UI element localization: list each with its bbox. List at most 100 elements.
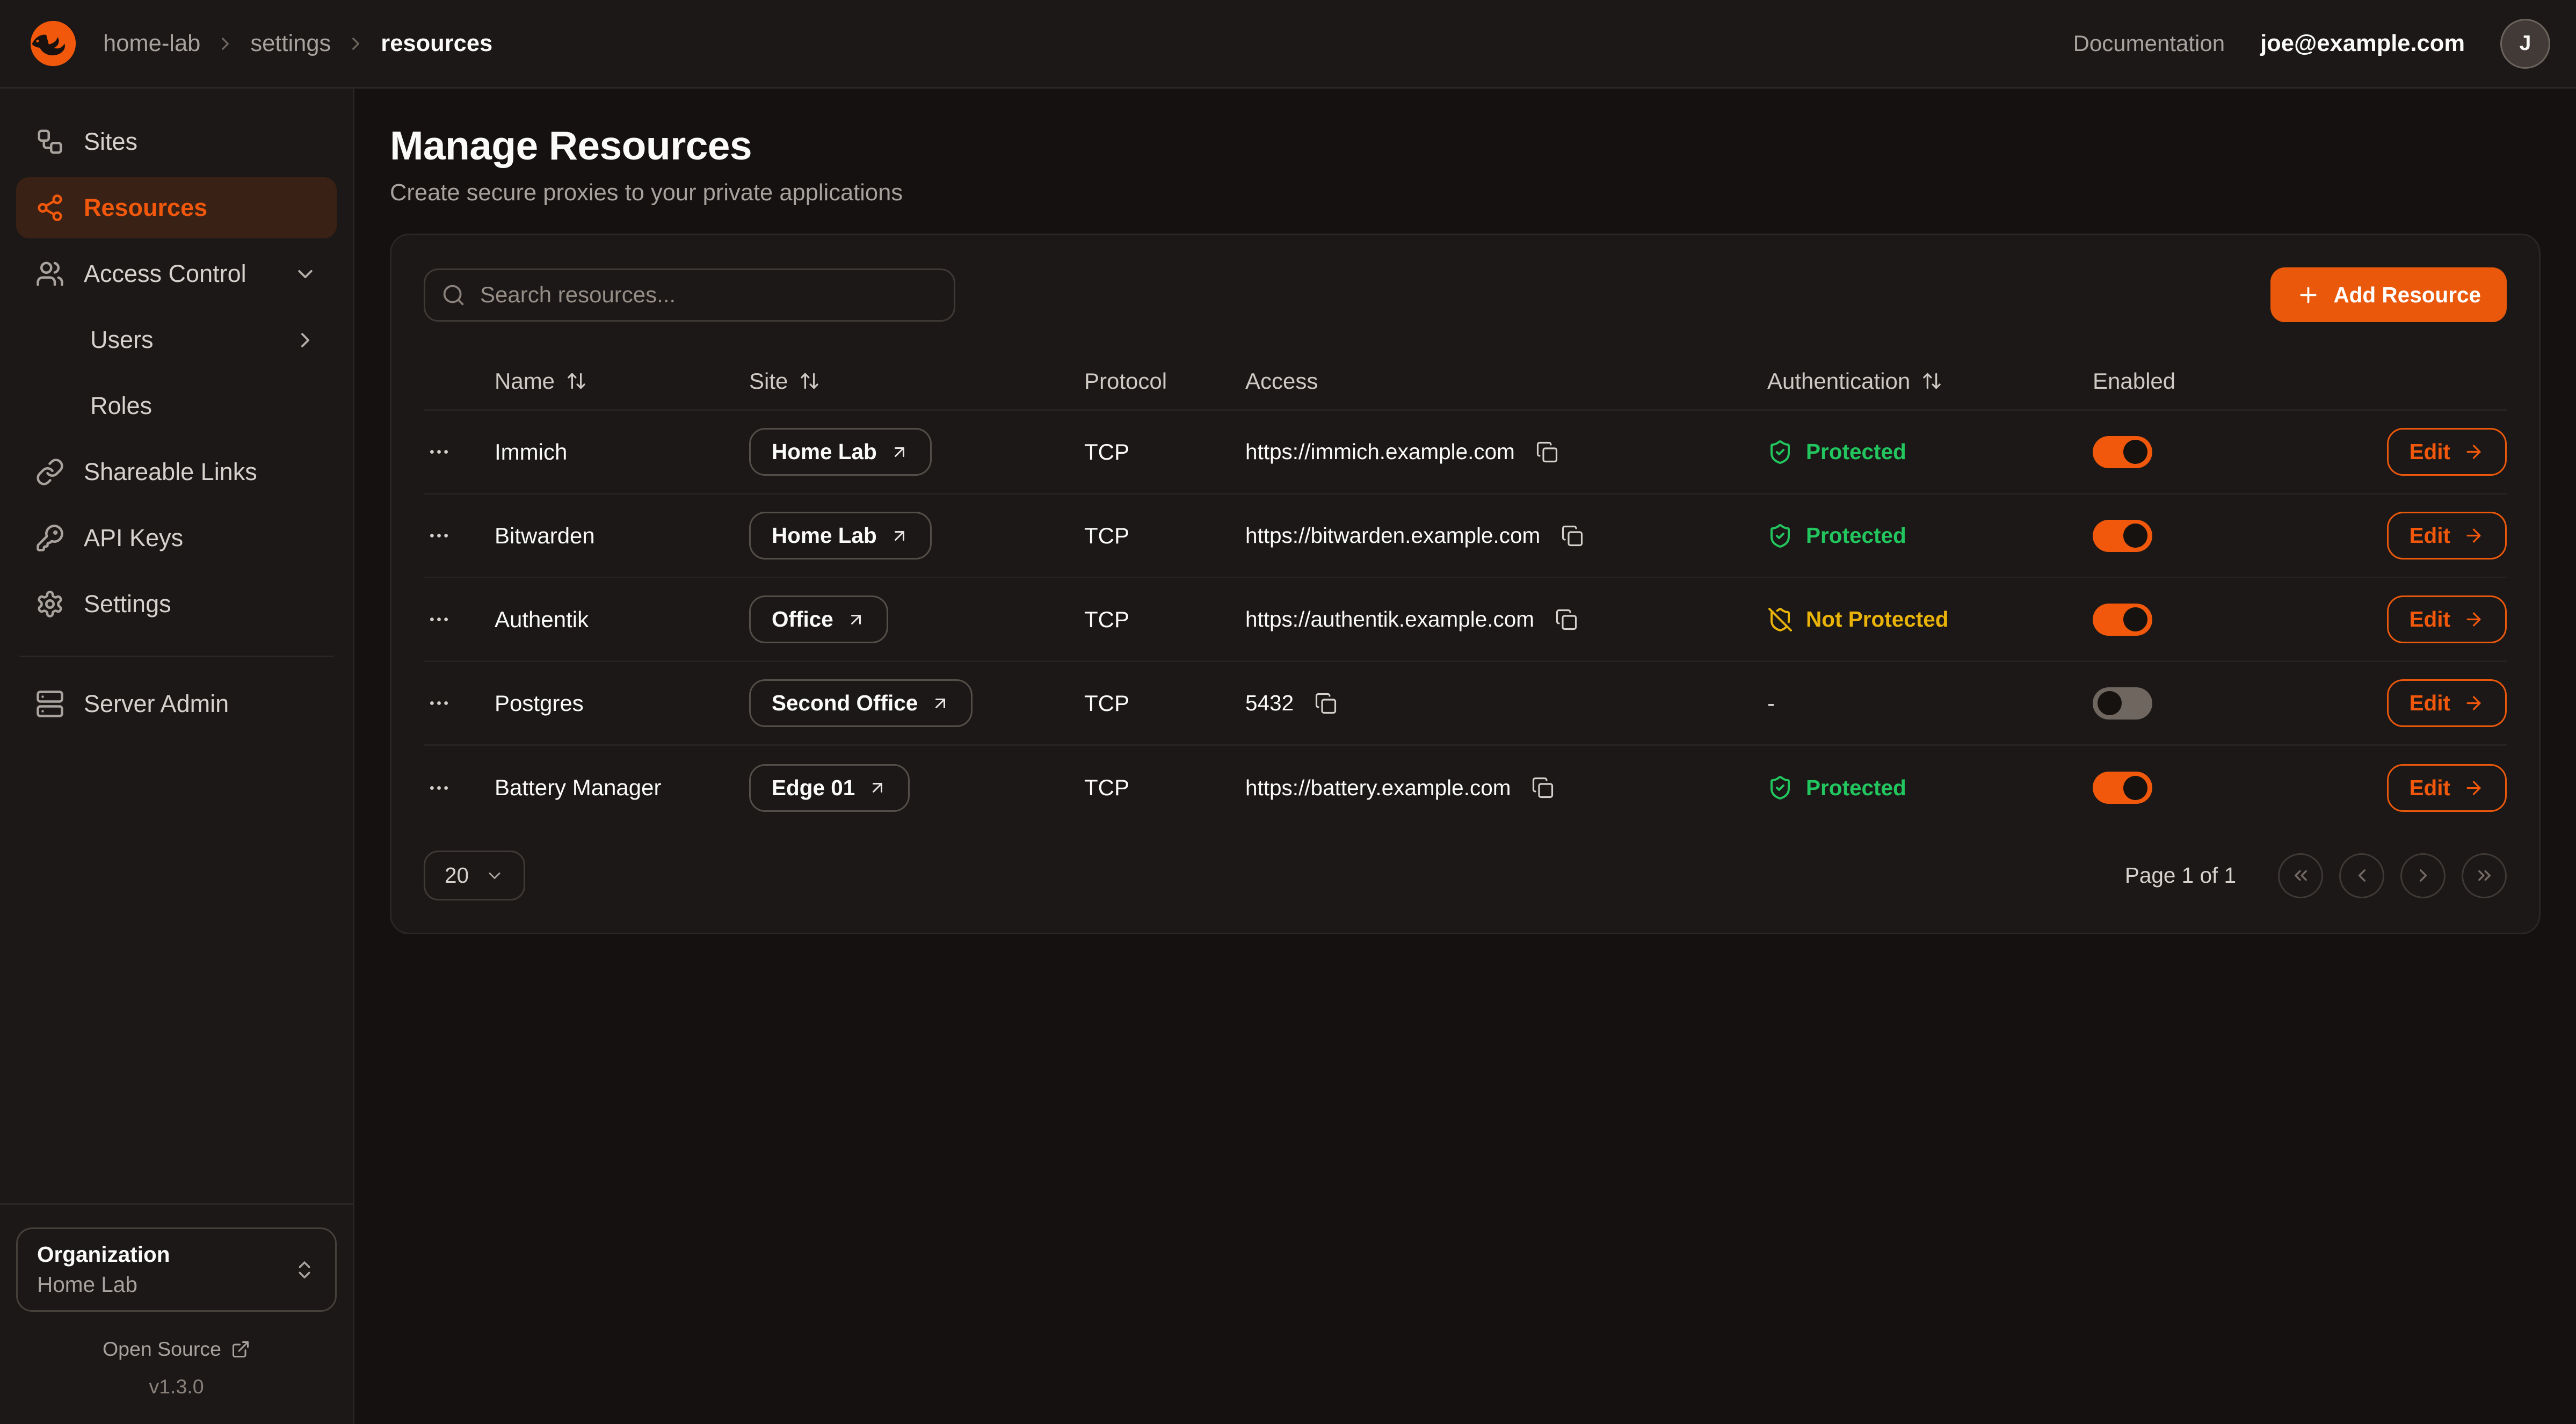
row-menu-button[interactable]: [424, 433, 454, 470]
chevron-right-icon: [2413, 865, 2434, 886]
shield-check-icon: [1767, 523, 1793, 549]
sort-icon[interactable]: [566, 370, 587, 391]
sidebar-item-shareable-links[interactable]: Shareable Links: [16, 441, 337, 503]
sidebar-item-settings[interactable]: Settings: [16, 573, 337, 635]
enabled-toggle[interactable]: [2093, 772, 2152, 804]
auth-status: Protected: [1767, 439, 1906, 465]
sidebar-footer: Organization Home Lab Open Source v1.3.0: [0, 1203, 353, 1424]
sidebar-item-resources[interactable]: Resources: [16, 177, 337, 238]
avatar[interactable]: J: [2500, 19, 2550, 69]
shield-check-icon: [1767, 775, 1793, 801]
sidebar-item-server-admin[interactable]: Server Admin: [16, 673, 337, 735]
topbar: home-lab settings resources Documentatio…: [0, 0, 2576, 89]
auth-status: Protected: [1767, 775, 1906, 801]
column-authentication: Authentication: [1767, 368, 2093, 394]
enabled-toggle[interactable]: [2093, 520, 2152, 552]
toggle-knob: [2123, 524, 2147, 548]
chevron-right-icon: [293, 328, 317, 352]
edit-button[interactable]: Edit: [2387, 764, 2507, 812]
site-link[interactable]: Edge 01: [749, 764, 910, 812]
chevron-left-icon: [2352, 865, 2372, 886]
page-size-value: 20: [445, 863, 469, 888]
documentation-link[interactable]: Documentation: [2073, 31, 2225, 56]
sidebar-item-label: Access Control: [84, 260, 246, 288]
pangolin-logo[interactable]: [26, 16, 81, 71]
sidebar-item-label: Sites: [84, 128, 137, 156]
table-header: Name Site Protocol Access Authentication: [424, 353, 2507, 411]
breadcrumb-org[interactable]: home-lab: [103, 31, 200, 57]
copy-button[interactable]: [1552, 605, 1581, 634]
enabled-toggle[interactable]: [2093, 687, 2152, 720]
row-menu-button[interactable]: [424, 601, 454, 638]
table-row: Authentik Office TCP https://authentik.e…: [424, 578, 2507, 662]
arrow-up-right-icon: [890, 442, 909, 462]
copy-icon: [1536, 441, 1558, 463]
toggle-knob: [2123, 440, 2147, 464]
row-menu-button[interactable]: [424, 517, 454, 554]
access-url: https://immich.example.com: [1245, 439, 1515, 464]
sidebar-item-label: Settings: [84, 590, 171, 618]
row-menu-button[interactable]: [424, 769, 454, 807]
row-menu-button[interactable]: [424, 685, 454, 722]
sidebar-item-sites[interactable]: Sites: [16, 111, 337, 172]
enabled-toggle[interactable]: [2093, 436, 2152, 468]
last-page-button[interactable]: [2462, 853, 2507, 898]
chevron-down-icon: [293, 262, 317, 286]
sort-icon[interactable]: [1921, 370, 1942, 391]
page-size-select[interactable]: 20: [424, 851, 525, 900]
breadcrumb-resources[interactable]: resources: [381, 31, 492, 57]
resource-name: Battery Manager: [495, 775, 749, 801]
sidebar-item-users[interactable]: Users: [16, 309, 337, 370]
ellipsis-icon: [427, 440, 451, 464]
organization-selector[interactable]: Organization Home Lab: [16, 1227, 337, 1312]
sidebar-item-label: API Keys: [84, 524, 183, 552]
sort-icon[interactable]: [799, 370, 820, 391]
site-link[interactable]: Second Office: [749, 679, 973, 727]
copy-icon: [1315, 692, 1337, 715]
breadcrumb-settings[interactable]: settings: [250, 31, 331, 57]
first-page-button[interactable]: [2278, 853, 2323, 898]
edit-button[interactable]: Edit: [2387, 512, 2507, 560]
sidebar-item-api-keys[interactable]: API Keys: [16, 507, 337, 569]
copy-button[interactable]: [1311, 689, 1340, 718]
users-icon: [35, 259, 64, 288]
organization-value: Home Lab: [37, 1272, 293, 1297]
copy-icon: [1555, 608, 1578, 631]
site-name: Second Office: [772, 691, 918, 716]
sidebar-item-access-control[interactable]: Access Control: [16, 243, 337, 304]
protocol: TCP: [1084, 775, 1245, 801]
column-protocol: Protocol: [1084, 368, 1245, 394]
search-input[interactable]: [424, 268, 955, 322]
next-page-button[interactable]: [2400, 853, 2446, 898]
edit-button[interactable]: Edit: [2387, 428, 2507, 476]
sidebar: Sites Resources Access Control Users Rol…: [0, 89, 354, 1424]
organization-label: Organization: [37, 1242, 293, 1267]
copy-button[interactable]: [1558, 521, 1587, 550]
access-url: https://battery.example.com: [1245, 775, 1511, 801]
enabled-toggle[interactable]: [2093, 604, 2152, 636]
ellipsis-icon: [427, 691, 451, 715]
sidebar-item-roles[interactable]: Roles: [16, 375, 337, 437]
copy-icon: [1532, 776, 1554, 799]
site-link[interactable]: Home Lab: [749, 512, 932, 560]
breadcrumb: home-lab settings resources: [103, 31, 492, 57]
user-email[interactable]: joe@example.com: [2260, 31, 2465, 57]
edit-button[interactable]: Edit: [2387, 679, 2507, 727]
copy-button[interactable]: [1533, 438, 1562, 467]
copy-button[interactable]: [1528, 773, 1557, 802]
add-resource-button[interactable]: Add Resource: [2270, 267, 2507, 322]
site-name: Office: [772, 607, 833, 632]
site-link[interactable]: Office: [749, 595, 888, 643]
auth-status: Protected: [1767, 523, 1906, 549]
site-link[interactable]: Home Lab: [749, 428, 932, 476]
edit-label: Edit: [2410, 691, 2451, 716]
edit-button[interactable]: Edit: [2387, 595, 2507, 643]
app-window: home-lab settings resources Documentatio…: [0, 0, 2576, 1424]
protocol: TCP: [1084, 523, 1245, 549]
sidebar-item-label: Roles: [90, 392, 152, 420]
previous-page-button[interactable]: [2339, 853, 2384, 898]
open-source-link[interactable]: Open Source: [16, 1338, 337, 1361]
toolbar: Add Resource: [424, 267, 2507, 322]
chevrons-up-down-icon: [293, 1259, 316, 1281]
table-row: Postgres Second Office TCP 5432: [424, 662, 2507, 746]
